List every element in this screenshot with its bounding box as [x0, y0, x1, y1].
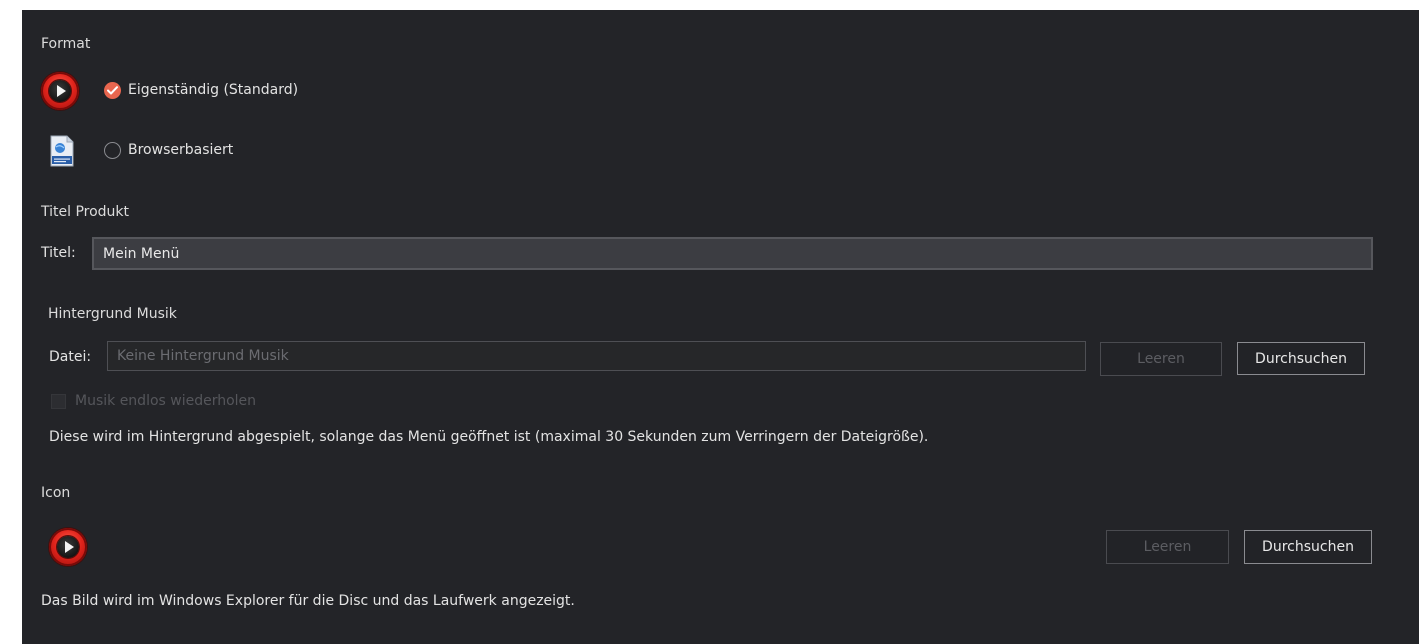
music-section-title: Hintergrund Musik: [48, 306, 177, 322]
icon-description: Das Bild wird im Windows Explorer für di…: [41, 593, 575, 609]
radio-standalone[interactable]: [104, 82, 121, 99]
format-section-title: Format: [41, 36, 91, 52]
music-browse-button[interactable]: Durchsuchen: [1237, 342, 1365, 375]
icon-clear-button[interactable]: Leeren: [1106, 530, 1229, 564]
icon-browse-button[interactable]: Durchsuchen: [1244, 530, 1372, 564]
title-input[interactable]: [92, 237, 1373, 270]
html-file-icon: [49, 134, 75, 167]
music-loop-label: Musik endlos wiederholen: [75, 393, 257, 409]
play-disc-icon: [41, 72, 79, 110]
music-file-label: Datei:: [49, 349, 92, 365]
title-field-label: Titel:: [41, 245, 76, 261]
settings-panel: Format Eigenständig (Standard) Browserba…: [22, 10, 1419, 644]
radio-standalone-label[interactable]: Eigenständig (Standard): [128, 82, 298, 98]
radio-browser-based[interactable]: [104, 142, 121, 159]
music-description: Diese wird im Hintergrund abgespielt, so…: [49, 429, 929, 445]
music-file-input[interactable]: [107, 341, 1086, 371]
radio-browser-based-label[interactable]: Browserbasiert: [128, 142, 233, 158]
music-loop-checkbox[interactable]: [51, 394, 66, 409]
title-section-title: Titel Produkt: [41, 204, 130, 220]
icon-section-title: Icon: [41, 485, 71, 501]
play-disc-icon: [49, 528, 87, 566]
music-clear-button[interactable]: Leeren: [1100, 342, 1222, 376]
